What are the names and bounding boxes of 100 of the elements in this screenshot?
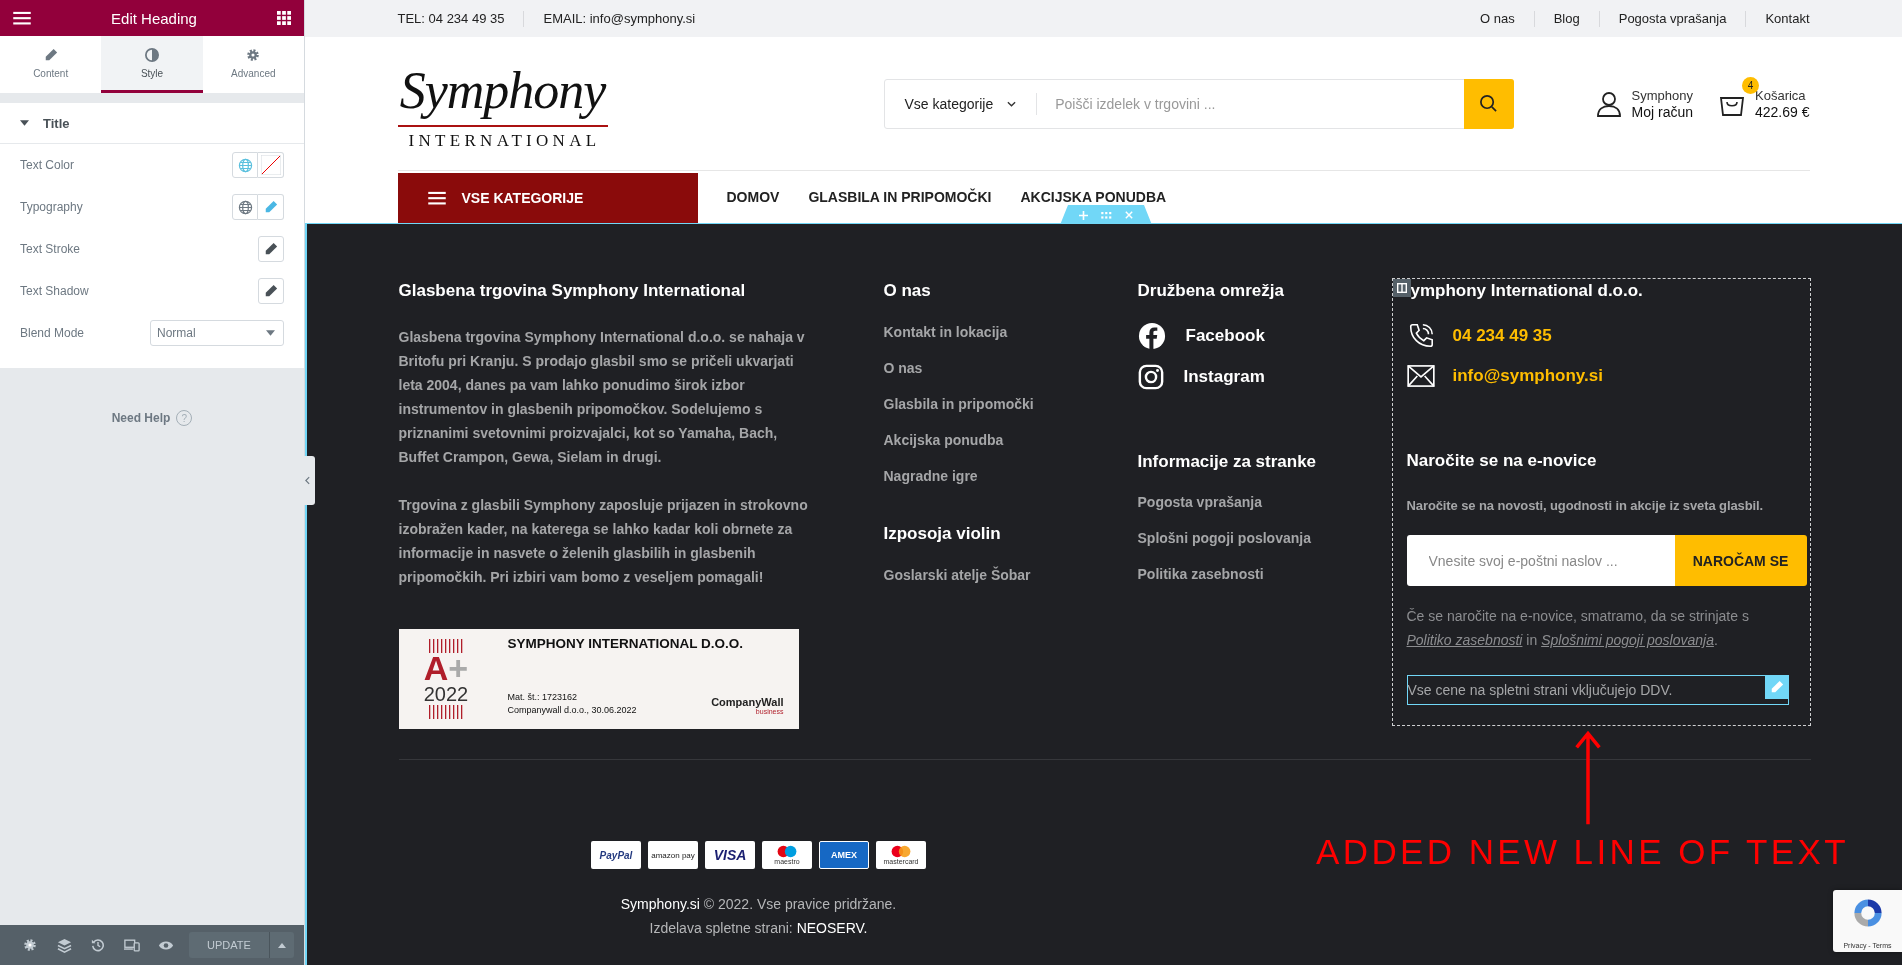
- pencil-icon: [263, 200, 278, 214]
- payment-label: PayPal: [599, 849, 633, 861]
- gear-icon: [246, 47, 261, 62]
- edit-button[interactable]: [258, 236, 284, 262]
- menu-icon[interactable]: [427, 191, 446, 205]
- footer-link[interactable]: O nas: [883, 356, 1138, 380]
- footer-link[interactable]: Splošni pogoji poslovanja: [1137, 526, 1392, 550]
- menu-icon[interactable]: [13, 11, 31, 25]
- footer-heading: Družbena omrežja: [1137, 280, 1285, 302]
- control-label: Text Color: [20, 158, 75, 172]
- footer-link[interactable]: Glasbila in pripomočki: [883, 392, 1138, 416]
- subscribe-button[interactable]: NAROČAM SE: [1674, 535, 1807, 586]
- search-button[interactable]: [1463, 78, 1514, 129]
- help-link[interactable]: Need Help: [111, 411, 171, 425]
- social-link[interactable]: Facebook: [1185, 326, 1265, 346]
- footer-link[interactable]: Goslarski atelje Šobar: [883, 563, 1138, 587]
- footer-link[interactable]: Akcijska ponudba: [883, 428, 1138, 452]
- site-link[interactable]: Symphony.si: [620, 896, 700, 912]
- account-name[interactable]: Symphony: [1631, 86, 1693, 104]
- footer-heading: Izposoja violin: [883, 523, 1002, 545]
- footer-heading: Naročite se na e-novice: [1406, 450, 1598, 472]
- globe-icon: [237, 157, 253, 173]
- footer-link[interactable]: Pogosta vprašanja: [1137, 490, 1392, 514]
- payment-label: VISA: [713, 847, 747, 863]
- control-label: Blend Mode: [20, 326, 85, 340]
- panel-tab[interactable]: Style: [101, 36, 203, 93]
- top-link[interactable]: Blog: [1533, 10, 1599, 27]
- section-title: Title: [43, 115, 70, 131]
- agency-link[interactable]: NEOSERV.: [796, 920, 868, 936]
- control-label: Typography: [20, 200, 83, 214]
- chevron-left-icon: [305, 476, 310, 485]
- search-bar[interactable]: Vse kategorije Poišči izdelek v trgovini ...: [883, 78, 1514, 129]
- stripes-icon: [429, 639, 463, 653]
- control-label: Text Stroke: [20, 242, 81, 256]
- contrast-icon: [145, 47, 159, 62]
- about-paragraph: Glasbena trgovina Symphony International d.o.o. se nahaja v Britofu pri Kranju. S prodajo glasbil smo se pričeli ukvarjati leta 2004, danes pa vam lahko ponudimo širok izbor instrumentov in glasbenih pripomočkov. Sodelujemo s priznanimi svetovnimi proizvajalci, kot so Yamaha, Bach, Buffet Crampon, Gewa, Sielam in drugi.: [398, 328, 806, 467]
- empty-swatch-icon: [260, 155, 281, 175]
- update-options-button[interactable]: [269, 932, 294, 958]
- layers-icon: [56, 937, 72, 953]
- top-link[interactable]: O nas: [1480, 10, 1534, 27]
- settings-icon: [23, 938, 37, 952]
- search-icon: [1479, 94, 1498, 113]
- select-field[interactable]: Normal: [150, 320, 284, 346]
- color-swatch[interactable]: [258, 152, 284, 178]
- account-link[interactable]: Moj račun: [1631, 103, 1693, 121]
- nav-link[interactable]: GLASBILA IN PRIPOMOČKI: [808, 189, 992, 205]
- pencil-icon: [1769, 680, 1784, 694]
- footer-link[interactable]: Politika zasebnosti: [1137, 562, 1392, 586]
- columns-icon[interactable]: [1396, 283, 1407, 293]
- apps-icon[interactable]: [277, 11, 291, 25]
- pencil-icon: [264, 242, 278, 256]
- chevron-down-icon: [1007, 100, 1017, 107]
- footer-link[interactable]: Nagradne igre: [883, 464, 1138, 488]
- cart-total: 422.69 €: [1755, 103, 1810, 121]
- consent-text: Če se naročite na e-novice, smatramo, da se strinjate s Politiko zasebnosti in Splošnimi pogoji poslovanja.: [1406, 607, 1750, 650]
- contact-link[interactable]: 04 234 49 35: [1452, 326, 1552, 346]
- registration-number: Mat. št.: 1723162: [507, 691, 579, 704]
- footer-heading: Glasbena trgovina Symphony International: [398, 280, 747, 302]
- email-field[interactable]: Vnesite svoj e-poštni naslov ...: [1406, 535, 1675, 586]
- circles-icon: [776, 845, 798, 858]
- top-link[interactable]: Kontakt: [1745, 10, 1810, 27]
- credit-text: Izdelava spletne strani:: [649, 920, 794, 936]
- contact-link[interactable]: info@symphony.si: [1452, 366, 1603, 386]
- top-link[interactable]: Pogosta vprašanja: [1598, 10, 1746, 27]
- globe-icon: [237, 199, 253, 215]
- rating-grade: A+: [423, 653, 469, 683]
- grip-icon[interactable]: [1101, 211, 1112, 219]
- caret-up-icon: [278, 942, 286, 948]
- global-button[interactable]: [232, 194, 258, 220]
- edit-button[interactable]: [258, 278, 284, 304]
- social-link[interactable]: Instagram: [1183, 367, 1265, 387]
- policy-link[interactable]: Politiko zasebnosti: [1406, 632, 1523, 648]
- logo-caption: INTERNATIONAL: [408, 130, 601, 151]
- categories-button[interactable]: VSE KATEGORIJE: [397, 173, 698, 223]
- logo-script: Symphony: [399, 62, 606, 119]
- payment-label: amazon pay: [651, 850, 695, 860]
- about-paragraph: Trgovina z glasbili Symphony zaposluje prijazen in strokovno izobražen kader, na katerega se lahko kadar koli obrnete za informacije in nasvete o želenih glasbilih in glasbenih pripomočkih. Pri izbiri vam bomo z veseljem pomagali!: [398, 496, 809, 587]
- copyright-text: © 2022. Vse pravice pridržane.: [702, 896, 897, 912]
- panel-title: Edit Heading: [111, 9, 197, 27]
- circles-icon: [890, 845, 912, 858]
- footer-heading: ymphony International d.o.o.: [1409, 280, 1644, 302]
- facebook-icon[interactable]: [1137, 322, 1166, 350]
- payment-label: AMEX: [831, 850, 857, 860]
- envelope-icon: [1406, 365, 1435, 387]
- company-name: SYMPHONY INTERNATIONAL D.O.O.: [507, 636, 744, 651]
- annotation-text: ADDED NEW LINE OF TEXT: [1316, 832, 1850, 872]
- policy-link[interactable]: Splošnimi pogoji poslovanja: [1541, 632, 1714, 648]
- footer-heading: O nas: [883, 280, 932, 302]
- contact-info: TEL: 04 234 49 35: [397, 10, 506, 27]
- footer-link[interactable]: Kontakt in lokacija: [883, 320, 1138, 344]
- footer-heading: Informacije za stranke: [1137, 451, 1318, 473]
- nav-link[interactable]: AKCIJSKA PONUDBA: [1020, 189, 1167, 205]
- rating-year: 2022: [423, 683, 469, 705]
- user-icon[interactable]: [1595, 90, 1622, 117]
- caret-icon: [266, 330, 275, 336]
- contact-info: EMAIL: info@symphony.si: [523, 10, 715, 27]
- instagram-icon[interactable]: [1137, 364, 1164, 390]
- nav-link[interactable]: DOMOV: [726, 189, 780, 205]
- control-label: Text Shadow: [20, 284, 89, 298]
- edit-widget-button[interactable]: [1764, 675, 1789, 699]
